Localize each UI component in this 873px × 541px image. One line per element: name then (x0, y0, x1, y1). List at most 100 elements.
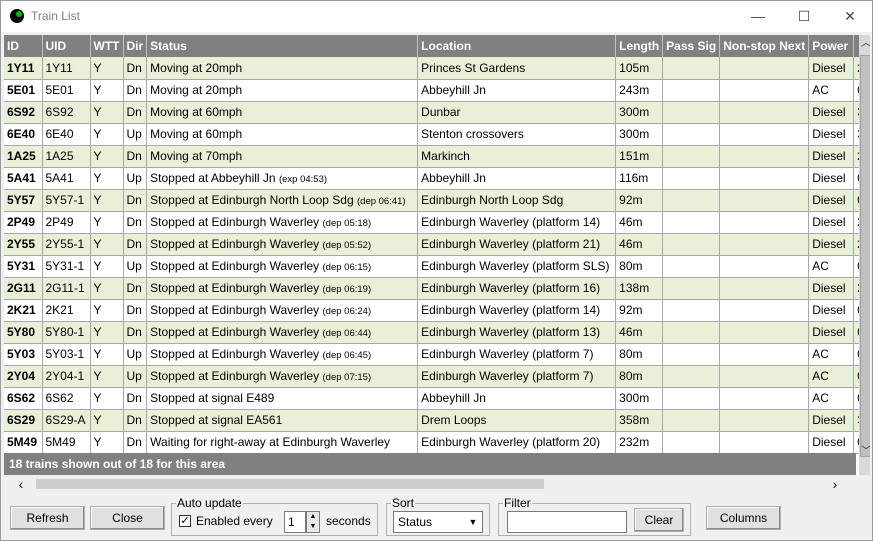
location-cell: Edinburgh North Loop Sdg (417, 189, 617, 212)
close-button[interactable]: Close (90, 506, 165, 530)
train-uid-cell: 6S92 (42, 101, 91, 124)
train-id-cell: 6S29 (4, 409, 43, 432)
enabled-every-label: Enabled every (196, 514, 273, 528)
col-header-pass-sig[interactable]: Pass Sig (662, 35, 721, 57)
vertical-scrollbar[interactable]: ︿ ﹀ (859, 35, 870, 475)
table-row[interactable]: 2Y04 2Y04-1 Y Up Stopped at Edinburgh Waverl… (4, 365, 868, 388)
status-cell: Moving at 60mph (146, 123, 419, 146)
direction-cell: Up (123, 365, 148, 388)
table-row[interactable]: 2K21 2K21 Y Dn Stopped at Edinburgh Waverley… (4, 299, 868, 322)
col-header-location[interactable]: Location (417, 35, 617, 57)
status-text: Stopped at Edinburgh Waverley (150, 237, 320, 251)
length-cell: 80m (615, 365, 664, 388)
table-row[interactable]: 6S92 6S92 Y Dn Moving at 60mph Dunbar 300m Dies… (4, 101, 868, 124)
clear-filter-button[interactable]: Clear (634, 508, 684, 532)
length-cell: 358m (615, 409, 664, 432)
chevron-down-icon[interactable]: ▼ (466, 514, 480, 530)
train-id-cell: 5E01 (4, 79, 43, 102)
col-header-id[interactable]: ID (4, 35, 43, 57)
direction-cell: Dn (123, 321, 148, 344)
columns-button[interactable]: Columns (706, 506, 781, 530)
table-row[interactable]: 5Y57 5Y57-1 Y Dn Stopped at Edinburgh North … (4, 189, 868, 212)
col-header-wtt[interactable]: WTT (90, 35, 124, 57)
status-cell: Stopped at Edinburgh Waverley (dep 06:44… (146, 321, 419, 344)
horizontal-scroll-thumb[interactable] (36, 479, 544, 489)
horizontal-scrollbar[interactable]: ‹ › (4, 475, 856, 493)
scroll-left-icon[interactable]: ‹ (12, 475, 30, 493)
pass-sig-cell (662, 211, 721, 234)
scroll-right-icon[interactable]: › (826, 475, 844, 493)
non-stop-next-cell (719, 431, 810, 454)
scroll-down-icon[interactable]: ﹀ (859, 445, 870, 459)
table-row[interactable]: 5M49 5M49 Y Dn Waiting for right-away at Edi… (4, 431, 868, 454)
direction-cell: Dn (123, 299, 148, 322)
location-cell: Edinburgh Waverley (platform 16) (417, 277, 617, 300)
table-row[interactable]: 5E01 5E01 Y Dn Moving at 20mph Abbeyhill Jn 24… (4, 79, 868, 102)
wtt-cell: Y (90, 123, 124, 146)
power-cell: Diesel (808, 57, 855, 80)
power-cell: Diesel (808, 123, 855, 146)
filter-input[interactable] (507, 511, 627, 533)
auto-update-group: Auto update ✓ Enabled every 1 ▲ ▼ seconds (171, 496, 378, 536)
table-row[interactable]: 1Y11 1Y11 Y Dn Moving at 20mph Princes St Gar… (4, 57, 868, 80)
location-cell: Drem Loops (417, 409, 617, 432)
table-row[interactable]: 2G11 2G11-1 Y Dn Stopped at Edinburgh Waverl… (4, 277, 868, 300)
power-cell: Diesel (808, 277, 855, 300)
table-row[interactable]: 1A25 1A25 Y Dn Moving at 70mph Markinch 151m Di… (4, 145, 868, 168)
train-uid-cell: 5Y31-1 (42, 255, 91, 278)
col-header-length[interactable]: Length (615, 35, 664, 57)
train-uid-cell: 2Y04-1 (42, 365, 91, 388)
power-cell: Diesel (808, 101, 855, 124)
col-header-uid[interactable]: UID (42, 35, 91, 57)
status-text: Stopped at Edinburgh Waverley (150, 281, 320, 295)
status-time: (dep 06:24) (322, 306, 372, 317)
vertical-scroll-thumb[interactable] (860, 55, 870, 457)
train-uid-cell: 5A41 (42, 167, 91, 190)
direction-cell: Dn (123, 277, 148, 300)
col-header-status[interactable]: Status (146, 35, 419, 57)
wtt-cell: Y (90, 255, 124, 278)
table-row[interactable]: 6S62 6S62 Y Dn Stopped at signal E489 Abbeyhi… (4, 387, 868, 410)
status-time: (dep 06:45) (322, 350, 372, 361)
maximize-button[interactable]: ☐ (781, 1, 827, 31)
status-cell: Waiting for right-away at Edinburgh Wave… (146, 431, 419, 454)
enabled-checkbox[interactable]: ✓ (179, 515, 191, 527)
status-cell: Moving at 70mph (146, 145, 419, 168)
direction-cell: Dn (123, 101, 148, 124)
pass-sig-cell (662, 343, 721, 366)
col-header-dir[interactable]: Dir (123, 35, 148, 57)
status-text: Waiting for right-away at Edinburgh Wave… (150, 435, 391, 449)
filter-label: Filter (503, 496, 532, 510)
col-header-power[interactable]: Power (808, 35, 855, 57)
table-row[interactable]: 5Y31 5Y31-1 Y Up Stopped at Edinburgh Waverl… (4, 255, 868, 278)
location-cell: Markinch (417, 145, 617, 168)
interval-stepper[interactable]: ▲ ▼ (306, 511, 320, 533)
train-uid-cell: 5M49 (42, 431, 91, 454)
table-row[interactable]: 2P49 2P49 Y Dn Stopped at Edinburgh Waverley… (4, 211, 868, 234)
table-row[interactable]: 2Y55 2Y55-1 Y Dn Stopped at Edinburgh Waverl… (4, 233, 868, 256)
scroll-up-icon[interactable]: ︿ (859, 37, 870, 51)
train-id-cell: 6S62 (4, 387, 43, 410)
non-stop-next-cell (719, 189, 810, 212)
close-window-button[interactable]: ✕ (827, 1, 873, 31)
location-cell: Edinburgh Waverley (platform 21) (417, 233, 617, 256)
col-header-non-stop-next[interactable]: Non-stop Next (719, 35, 810, 57)
wtt-cell: Y (90, 211, 124, 234)
wtt-cell: Y (90, 101, 124, 124)
power-cell: Diesel (808, 409, 855, 432)
non-stop-next-cell (719, 299, 810, 322)
table-row[interactable]: 6E40 6E40 Y Up Moving at 60mph Stenton crosso… (4, 123, 868, 146)
table-row[interactable]: 5A41 5A41 Y Up Stopped at Abbeyhill Jn (exp … (4, 167, 868, 190)
pass-sig-cell (662, 79, 721, 102)
minimize-button[interactable]: — (735, 1, 781, 31)
table-row[interactable]: 6S29 6S29-A Y Dn Stopped at signal EA561 Drem… (4, 409, 868, 432)
wtt-cell: Y (90, 57, 124, 80)
title-bar: Train List — ☐ ✕ (1, 1, 872, 32)
interval-input[interactable]: 1 (284, 511, 306, 533)
sort-select[interactable]: Status ▼ (393, 511, 483, 533)
table-row[interactable]: 5Y03 5Y03-1 Y Up Stopped at Edinburgh Waverl… (4, 343, 868, 366)
train-uid-cell: 6S62 (42, 387, 91, 410)
refresh-button[interactable]: Refresh (10, 506, 85, 530)
table-row[interactable]: 5Y80 5Y80-1 Y Dn Stopped at Edinburgh Waverl… (4, 321, 868, 344)
train-id-cell: 6E40 (4, 123, 43, 146)
